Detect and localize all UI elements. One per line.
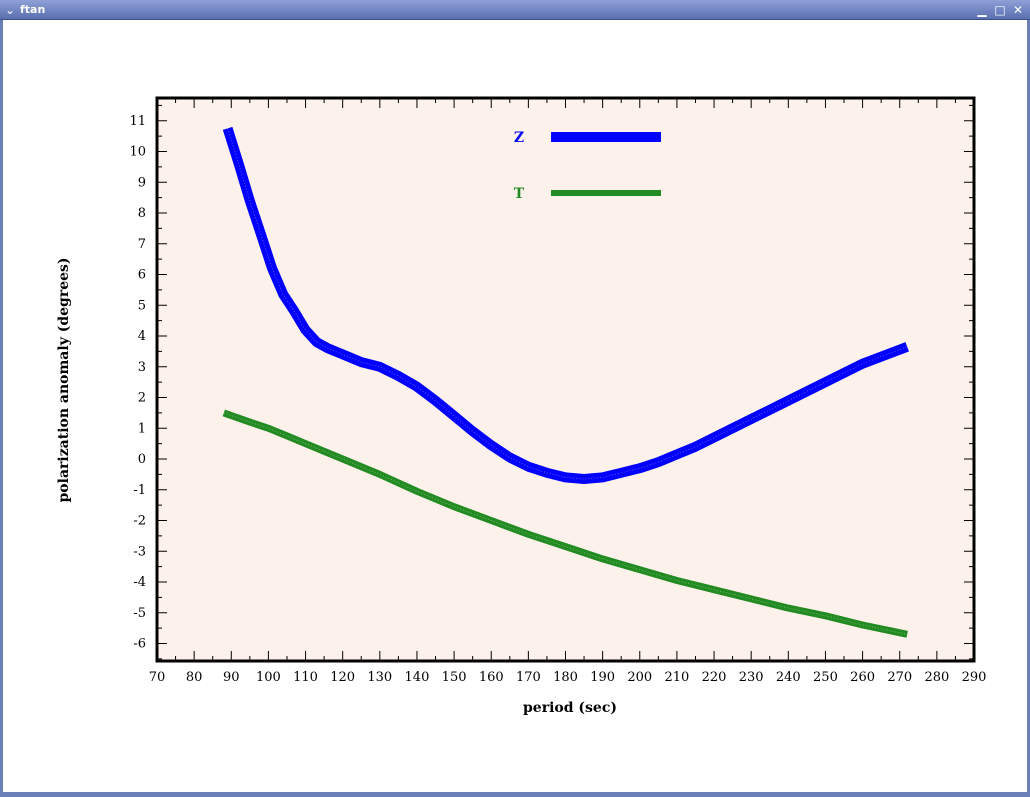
x-tick-label: 170: [516, 670, 541, 685]
x-axis-title: period (sec): [523, 700, 617, 716]
y-tick-label: 0: [138, 452, 146, 467]
x-tick-label: 70: [149, 670, 166, 685]
y-tick-label: 4: [138, 329, 146, 344]
y-tick-label: 1: [138, 421, 146, 436]
x-tick-label: 280: [924, 670, 949, 685]
y-tick-label: -6: [133, 637, 146, 652]
x-tick-label: 110: [293, 670, 318, 685]
x-tick-label: 190: [590, 670, 615, 685]
y-tick-label: 11: [129, 114, 146, 129]
y-tick-label: 8: [138, 206, 146, 221]
legend-label-t: T: [514, 186, 525, 202]
y-tick-label: 9: [138, 175, 146, 190]
x-tick-label: 220: [702, 670, 727, 685]
y-tick-label: 5: [138, 298, 146, 313]
x-tick-label: 120: [330, 670, 355, 685]
x-tick-label: 80: [186, 670, 203, 685]
x-tick-label: 240: [776, 670, 801, 685]
x-tick-label: 210: [664, 670, 689, 685]
legend-label-z: Z: [514, 130, 524, 146]
plot-area: [157, 98, 974, 661]
x-tick-label: 100: [256, 670, 281, 685]
y-tick-label: 7: [138, 237, 146, 252]
y-tick-label: -1: [133, 483, 146, 498]
polarization-chart: 70 80 90 100 110 120 130 140 150 160 170 180 190 200 2…: [56, 96, 987, 716]
plot-background: [157, 98, 974, 661]
y-axis-title: polarization anomaly (degrees): [56, 257, 72, 502]
x-tick-label: 260: [850, 670, 875, 685]
y-tick-label: -4: [133, 575, 146, 590]
x-tick-label: 90: [223, 670, 240, 685]
x-tick-label: 270: [887, 670, 912, 685]
x-tick-label: 230: [739, 670, 764, 685]
y-tick-label: -5: [133, 606, 146, 621]
y-tick-label: -2: [133, 514, 146, 529]
y-tick-label: -3: [133, 544, 146, 559]
x-tick-label: 200: [627, 670, 652, 685]
x-tick-label: 160: [479, 670, 504, 685]
x-tick-label: 130: [367, 670, 392, 685]
y-tick-label: 6: [138, 268, 146, 283]
x-tick-label: 180: [553, 670, 578, 685]
x-tick-label: 150: [442, 670, 467, 685]
x-tick-label: 290: [962, 670, 987, 685]
x-tick-label: 140: [405, 670, 430, 685]
y-tick-label: 3: [138, 360, 146, 375]
y-tick-label: 2: [138, 391, 146, 406]
y-tick-label: 10: [129, 145, 146, 160]
x-tick-label: 250: [813, 670, 838, 685]
